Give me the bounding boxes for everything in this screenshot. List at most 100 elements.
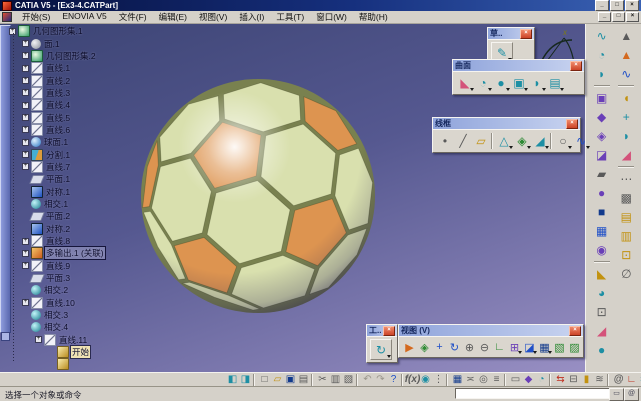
tree-expander-icon[interactable]: + [22,40,29,47]
healing-icon[interactable]: ◆ [593,108,611,125]
restore-icon[interactable]: □ [610,0,624,11]
extrude-icon[interactable]: ◣ [456,74,474,92]
tree-item[interactable]: +直线.6 [9,124,105,136]
revolve-icon[interactable]: ◔ [474,74,492,92]
sphere-icon[interactable]: ● [492,74,510,92]
tree-expander-icon[interactable]: + [22,126,29,133]
rotate-icon[interactable]: ↻ [447,339,462,355]
box-tool-icon[interactable]: ⊡ [617,246,635,263]
tree-label[interactable]: 多输出.1 (关联) [45,247,105,259]
power-input[interactable] [455,388,613,399]
near-icon[interactable]: ⊡ [593,303,611,320]
tree-label[interactable]: 平面.2 [45,210,71,222]
tree-item[interactable]: + 直线.4 [9,99,105,111]
fillet-icon[interactable]: ● [593,184,611,201]
open-icon[interactable]: ▱ [271,373,284,386]
boundary-icon[interactable]: ∿ [593,27,611,44]
tree-item[interactable]: 相交.2 [9,284,105,296]
tree-label[interactable]: 直线.10 [45,297,76,309]
plane-icon[interactable]: ▱ [472,132,490,150]
tree-label[interactable]: 直线.4 [45,99,71,111]
view-toolbar[interactable]: 视图 (V) × ▶◈+↻⊕⊖∟⊞◪▦▧▨ [398,324,584,358]
invert-icon[interactable]: ◕ [593,284,611,301]
tree-expander-icon[interactable]: + [22,139,29,146]
spline-icon[interactable]: ∿ [572,132,590,150]
minimize-icon[interactable]: _ [598,12,611,22]
tree-item[interactable]: 对称.1 [9,185,105,197]
tree-label[interactable]: 直线.9 [45,260,71,272]
zoom-out-icon[interactable]: ⊖ [477,339,492,355]
tree-expander-icon[interactable]: + [22,163,29,170]
paste-icon[interactable]: ▧ [342,373,355,386]
sweep-surf-icon[interactable]: ◗ [593,65,611,82]
tree-label[interactable]: 直线.2 [45,75,71,87]
blend-icon[interactable]: ◉ [593,241,611,258]
update-toolbar-title[interactable]: 工.. × [367,325,397,336]
trim-icon[interactable]: ◪ [593,146,611,163]
tree-label[interactable]: 相交.1 [43,198,69,210]
tree-item[interactable]: +直线.11 [9,334,105,346]
normal-view-icon[interactable]: ∟ [492,339,507,355]
tree-label[interactable]: 对称.1 [45,186,71,198]
sweep-icon[interactable]: ◗ [528,74,546,92]
tree-expander-icon[interactable]: + [9,28,16,35]
tree-label[interactable]: 相交.2 [43,284,69,296]
select-icon[interactable]: ▲ [617,27,635,44]
point-icon[interactable]: • [436,132,454,150]
keys-icon[interactable]: ◎ [477,373,490,386]
split-icon[interactable]: ◈ [593,127,611,144]
tree-expander-icon[interactable]: + [22,65,29,72]
ball-pentagon-patch[interactable] [174,238,236,293]
ball-hexagon-patch[interactable] [183,282,260,310]
tree-label[interactable]: 面.1 [43,38,61,50]
tree-label[interactable]: 直线.8 [45,235,71,247]
redo-icon[interactable]: ↷ [374,373,387,386]
tree-item[interactable]: + 几何图形集.1 [9,25,105,37]
ball-hexagon-patch[interactable] [261,124,336,206]
at-icon[interactable]: @ [624,388,639,401]
tree-item[interactable]: 平面.2 [9,210,105,222]
ball-hexagon-patch[interactable] [335,148,373,230]
grid-icon[interactable]: ▦ [451,373,464,386]
point-grid-icon[interactable]: ▩ [617,189,635,206]
tree-expander-icon[interactable]: + [22,77,29,84]
undo-icon[interactable]: ↶ [361,373,374,386]
tree-label[interactable]: 相交.3 [43,309,69,321]
tree-item[interactable] [9,358,105,370]
fly-icon[interactable]: ▶ [402,339,417,355]
sketcher-toolbar-title[interactable]: 草.. × [488,28,534,39]
view-toolbar-title[interactable]: 视图 (V) × [399,325,583,336]
tree-label[interactable]: 平面.1 [45,173,71,185]
more-icon[interactable]: ⋮ [432,373,445,386]
new-icon[interactable]: □ [258,373,271,386]
tree-label[interactable]: 球面.1 [43,136,69,148]
line-icon[interactable]: ╱ [454,132,472,150]
curve-smooth-icon[interactable]: ∿ [617,65,635,82]
reflect-icon[interactable]: ◢ [531,132,549,150]
menu-文件F[interactable]: 文件(F) [113,11,153,23]
combine-icon[interactable]: ◈ [513,132,531,150]
named-view-icon[interactable]: ▧ [552,339,567,355]
tree-item[interactable]: 相交.3 [9,309,105,321]
join-icon[interactable]: ▣ [593,89,611,106]
tree-expander-icon[interactable]: + [22,102,29,109]
fill-icon[interactable]: ▤ [546,74,564,92]
close-icon[interactable]: × [625,0,639,11]
tree-item[interactable]: + 直线.10 [9,297,105,309]
tree-item[interactable]: 相交.1 [9,198,105,210]
ball-hexagon-patch[interactable] [310,228,367,294]
search-icon[interactable]: ◉ [419,373,432,386]
tree-expander-icon[interactable]: + [22,299,29,306]
magnifier-view-icon[interactable]: ▨ [567,339,582,355]
half-plane-icon[interactable]: ◖ [617,89,635,106]
material-icon[interactable]: ◆ [522,373,535,386]
tree-label[interactable]: 几何图形集.1 [32,25,84,37]
tree-item[interactable]: +直线.8 [9,235,105,247]
patch-icon[interactable]: ▦ [593,222,611,239]
wireframe-toolbar[interactable]: 线框 × •╱▱△◈◢○∿ [432,117,581,153]
surface-icon[interactable]: ■ [593,203,611,220]
tree-label[interactable]: 直线.3 [45,87,71,99]
ball-hexagon-patch[interactable] [152,158,212,241]
tree-label[interactable]: 相交.4 [43,321,69,333]
quick-view-icon[interactable]: ⊞ [507,339,522,355]
